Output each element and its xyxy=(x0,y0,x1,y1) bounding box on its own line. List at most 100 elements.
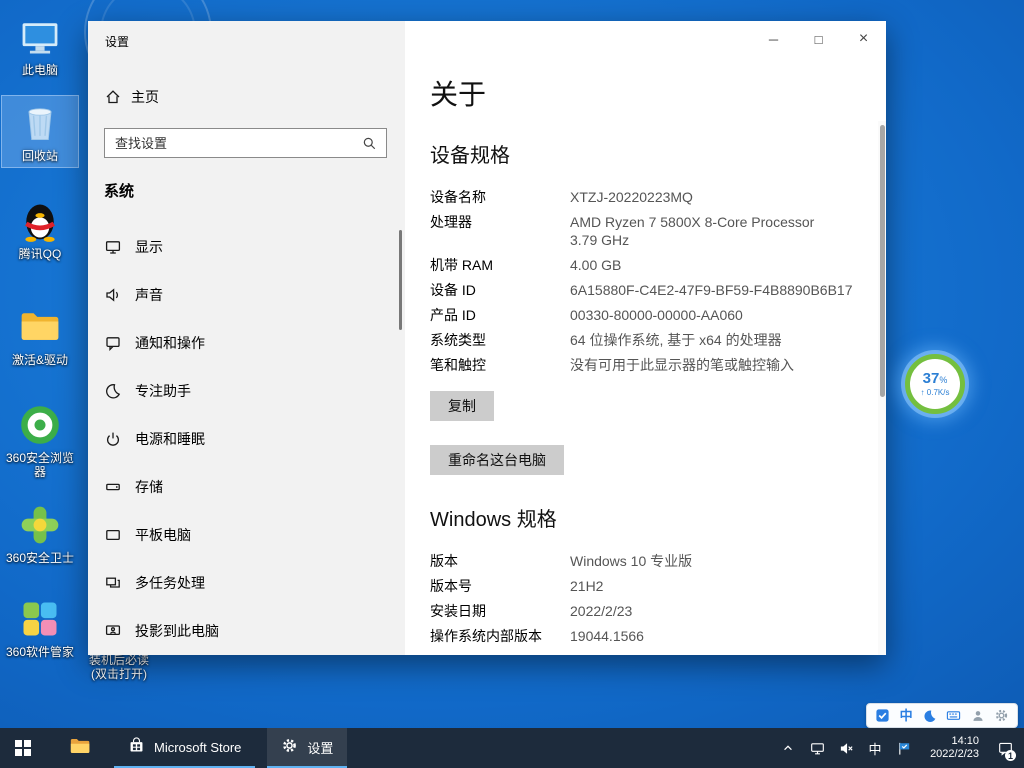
desktop-icon-360-browser[interactable]: 360安全浏览器 xyxy=(2,398,78,483)
spec-row: 安装日期 2022/2/23 xyxy=(430,602,856,620)
minimize-button[interactable]: ─ xyxy=(751,21,796,57)
360-manager-icon xyxy=(17,596,63,642)
sidebar-item-notifications[interactable]: 通知和操作 xyxy=(88,319,405,367)
spec-label: 笔和触控 xyxy=(430,356,570,374)
spec-label: 处理器 xyxy=(430,213,570,249)
home-icon xyxy=(104,89,121,106)
taskbar-item-settings[interactable]: 设置 xyxy=(267,728,347,768)
desktop-icon-label: 360安全卫士 xyxy=(6,551,74,565)
action-center-icon[interactable]: 1 xyxy=(994,728,1016,768)
settings-search-box[interactable] xyxy=(104,128,387,158)
volume-muted-icon[interactable] xyxy=(835,728,857,768)
system-tray: 中 14:10 2022/2/23 1 xyxy=(777,728,1024,768)
360-speed-widget[interactable]: 37% ↑ 0.7K/s xyxy=(903,352,963,412)
taskbar-item-label: 设置 xyxy=(307,738,333,757)
spec-value: 19044.1566 xyxy=(570,627,644,645)
gear-icon[interactable] xyxy=(993,707,1010,724)
speaker-icon xyxy=(104,287,121,304)
spec-row: 操作系统内部版本 19044.1566 xyxy=(430,627,856,645)
desktop-icon-label: 回收站 xyxy=(22,149,58,163)
sidebar-item-display[interactable]: 显示 xyxy=(88,223,405,271)
spec-value: Windows 10 专业版 xyxy=(570,552,692,570)
sidebar-item-focus-assist[interactable]: 专注助手 xyxy=(88,367,405,415)
desktop-icon-360-manager[interactable]: 360软件管家 xyxy=(2,592,78,663)
spec-label: 操作系统内部版本 xyxy=(430,627,570,645)
ime-language-indicator[interactable]: 中 xyxy=(864,728,886,768)
desktop-icon-label: 360软件管家 xyxy=(6,645,74,659)
sidebar-item-label: 电源和睡眠 xyxy=(135,429,205,449)
about-page: 关于 设备规格 设备名称 XTZJ-20220223MQ 处理器 AMD Ryz… xyxy=(430,21,856,652)
spec-row: 笔和触控 没有可用于此显示器的笔或触控输入 xyxy=(430,356,856,374)
sidebar-item-home[interactable]: 主页 xyxy=(104,85,159,109)
sidebar-item-power-sleep[interactable]: 电源和睡眠 xyxy=(88,415,405,463)
taskbar-item-microsoft-store[interactable]: Microsoft Store xyxy=(114,728,255,768)
copy-button[interactable]: 复制 xyxy=(430,391,494,421)
tablet-icon xyxy=(104,527,121,544)
sidebar-item-tablet[interactable]: 平板电脑 xyxy=(88,511,405,559)
clock-date: 2022/2/23 xyxy=(930,748,979,761)
spec-value: 00330-80000-00000-AA060 xyxy=(570,306,743,324)
sidebar-item-storage[interactable]: 存储 xyxy=(88,463,405,511)
desktop-icon-recycle-bin[interactable]: 回收站 xyxy=(2,96,78,167)
rename-pc-button[interactable]: 重命名这台电脑 xyxy=(430,445,564,475)
desktop-icon-tencent-qq[interactable]: 腾讯QQ xyxy=(2,194,78,265)
qq-penguin-icon xyxy=(17,198,63,244)
file-explorer-button[interactable] xyxy=(58,728,102,768)
up-arrow-icon: ↑ xyxy=(921,388,925,397)
desktop-icon-readme-label[interactable]: 装机后必读(双击打开) xyxy=(84,653,154,681)
desktop-icon-activation-driver[interactable]: 激活&驱动 xyxy=(2,300,78,371)
spec-row: 系统类型 64 位操作系统, 基于 x64 的处理器 xyxy=(430,331,856,349)
window-controls: ─ □ × xyxy=(751,21,886,57)
tray-expand-chevron-icon[interactable] xyxy=(777,728,799,768)
settings-search-input[interactable] xyxy=(113,135,361,152)
taskbar-item-label: Microsoft Store xyxy=(154,740,241,755)
check-square-icon[interactable] xyxy=(874,707,891,724)
search-icon[interactable] xyxy=(361,135,378,152)
keyboard-icon[interactable] xyxy=(945,707,962,724)
360-browser-icon xyxy=(17,402,63,448)
home-label: 主页 xyxy=(131,87,159,107)
sidebar-scrollbar[interactable] xyxy=(399,230,402,330)
start-button[interactable] xyxy=(0,728,46,768)
spec-value: 64 位操作系统, 基于 x64 的处理器 xyxy=(570,331,782,349)
sidebar-item-label: 投影到此电脑 xyxy=(135,621,219,641)
taskbar-clock[interactable]: 14:10 2022/2/23 xyxy=(922,735,987,761)
sidebar-item-label: 通知和操作 xyxy=(135,333,205,353)
person-icon[interactable] xyxy=(969,707,986,724)
page-title: 关于 xyxy=(430,77,856,113)
spec-label: 设备 ID xyxy=(430,281,570,299)
desktop-icon-label: 此电脑 xyxy=(22,63,58,77)
tray-display-icon[interactable] xyxy=(806,728,828,768)
maximize-button[interactable]: □ xyxy=(796,21,841,57)
spec-label: 设备名称 xyxy=(430,188,570,206)
desktop-icon-label: 360安全浏览器 xyxy=(4,451,76,479)
spec-label: 产品 ID xyxy=(430,306,570,324)
taskbar: Microsoft Store 设置 中 14:10 xyxy=(0,728,1024,768)
sidebar-item-sound[interactable]: 声音 xyxy=(88,271,405,319)
sidebar-item-label: 平板电脑 xyxy=(135,525,191,545)
sidebar-nav: 显示 声音 通知和操作 专注助手 电源和睡眠 xyxy=(88,223,405,655)
security-flag-icon[interactable] xyxy=(893,728,915,768)
settings-gear-icon xyxy=(281,737,298,757)
this-pc-icon xyxy=(17,14,63,60)
projecting-icon xyxy=(104,623,121,640)
spec-value: 21H2 xyxy=(570,577,603,595)
sidebar-item-projecting[interactable]: 投影到此电脑 xyxy=(88,607,405,655)
speed-ring: 37% ↑ 0.7K/s xyxy=(905,354,965,414)
sidebar-item-label: 多任务处理 xyxy=(135,573,205,593)
window-title: 设置 xyxy=(105,33,129,50)
desktop-icon-this-pc[interactable]: 此电脑 xyxy=(2,10,78,81)
sidebar-item-multitasking[interactable]: 多任务处理 xyxy=(88,559,405,607)
content-scrollbar-thumb[interactable] xyxy=(880,125,885,397)
crescent-moon-icon xyxy=(104,383,121,400)
notifications-icon xyxy=(104,335,121,352)
spec-row: 处理器 AMD Ryzen 7 5800X 8-Core Processor 3… xyxy=(430,213,856,249)
notification-badge: 1 xyxy=(1005,750,1016,761)
desktop-icon-360-safe[interactable]: 360安全卫士 xyxy=(2,498,78,569)
memory-percent: 37% xyxy=(923,371,948,388)
clock-time: 14:10 xyxy=(951,735,979,748)
sidebar-item-label: 存储 xyxy=(135,477,163,497)
close-button[interactable]: × xyxy=(841,21,886,57)
moon-icon[interactable] xyxy=(922,707,939,724)
ime-chinese-indicator[interactable]: 中 xyxy=(898,707,915,724)
